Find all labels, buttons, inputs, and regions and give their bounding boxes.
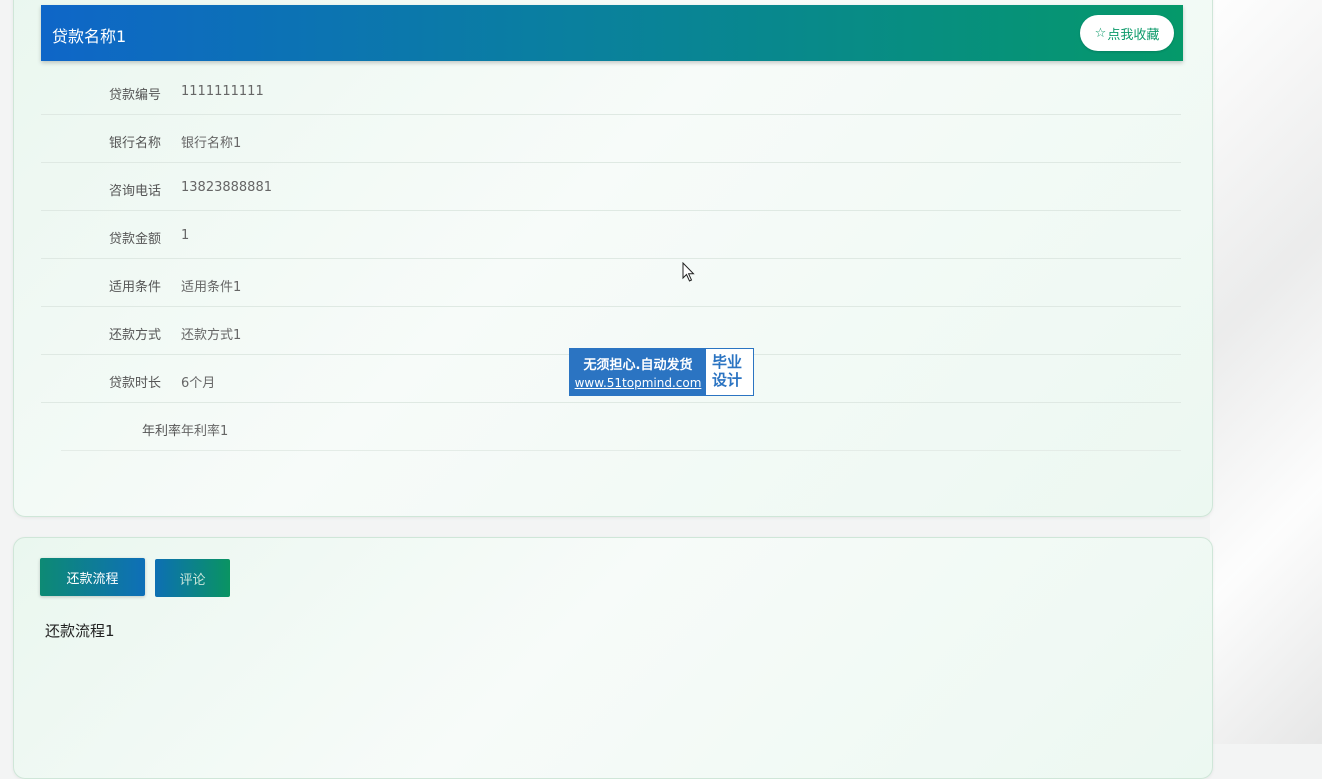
watermark-url: www.51topmind.com [574, 376, 702, 390]
field-label: 年利率 [141, 424, 181, 439]
watermark-side1: 毕业 [712, 353, 743, 371]
field-value: 1111111111 [181, 84, 264, 99]
watermark-line1: 无须担心.自动发货 [583, 358, 693, 373]
favorite-button-label: 点我收藏 [1107, 27, 1160, 43]
watermark-side: 毕业 设计 [706, 349, 753, 395]
loan-title-bar: 贷款名称1 ☆ 点我收藏 [41, 5, 1183, 61]
field-value: 银行名称1 [181, 136, 242, 151]
field-value: 13823888881 [181, 180, 272, 195]
field-row-loan-number: 贷款编号 1111111111 [41, 67, 1181, 115]
field-label: 还款方式 [108, 328, 161, 343]
field-value: 1 [181, 228, 190, 243]
tab-repayment-process[interactable]: 还款流程 [40, 558, 145, 596]
watermark-side2: 设计 [712, 371, 743, 389]
field-row-interest-rate: 年利率 年利率1 [61, 403, 1181, 451]
field-value: 年利率1 [181, 424, 229, 439]
favorite-button[interactable]: ☆ 点我收藏 [1080, 15, 1174, 51]
tab-comments[interactable]: 评论 [155, 559, 230, 597]
background-decoration [1210, 0, 1322, 744]
field-row-conditions: 适用条件 适用条件1 [41, 259, 1181, 307]
mouse-cursor-icon [682, 262, 695, 282]
watermark-main: 无须担心.自动发货 www.51topmind.com [570, 349, 706, 395]
tab-content-text: 还款流程1 [45, 622, 115, 640]
loan-title: 贷款名称1 [52, 27, 127, 46]
star-outline-icon: ☆ [1094, 25, 1107, 41]
field-value: 6个月 [181, 376, 216, 391]
field-label: 贷款编号 [108, 88, 161, 103]
field-label: 咨询电话 [108, 184, 161, 199]
field-value: 还款方式1 [181, 328, 242, 343]
field-label: 贷款时长 [108, 376, 161, 391]
field-row-amount: 贷款金额 1 [41, 211, 1181, 259]
field-value: 适用条件1 [181, 280, 242, 295]
field-row-bank-name: 银行名称 银行名称1 [41, 115, 1181, 163]
watermark-badge: 无须担心.自动发货 www.51topmind.com 毕业 设计 [569, 348, 754, 396]
field-label: 贷款金额 [108, 232, 161, 247]
field-label: 适用条件 [108, 280, 161, 295]
field-row-phone: 咨询电话 13823888881 [41, 163, 1181, 211]
field-label: 银行名称 [108, 136, 161, 151]
